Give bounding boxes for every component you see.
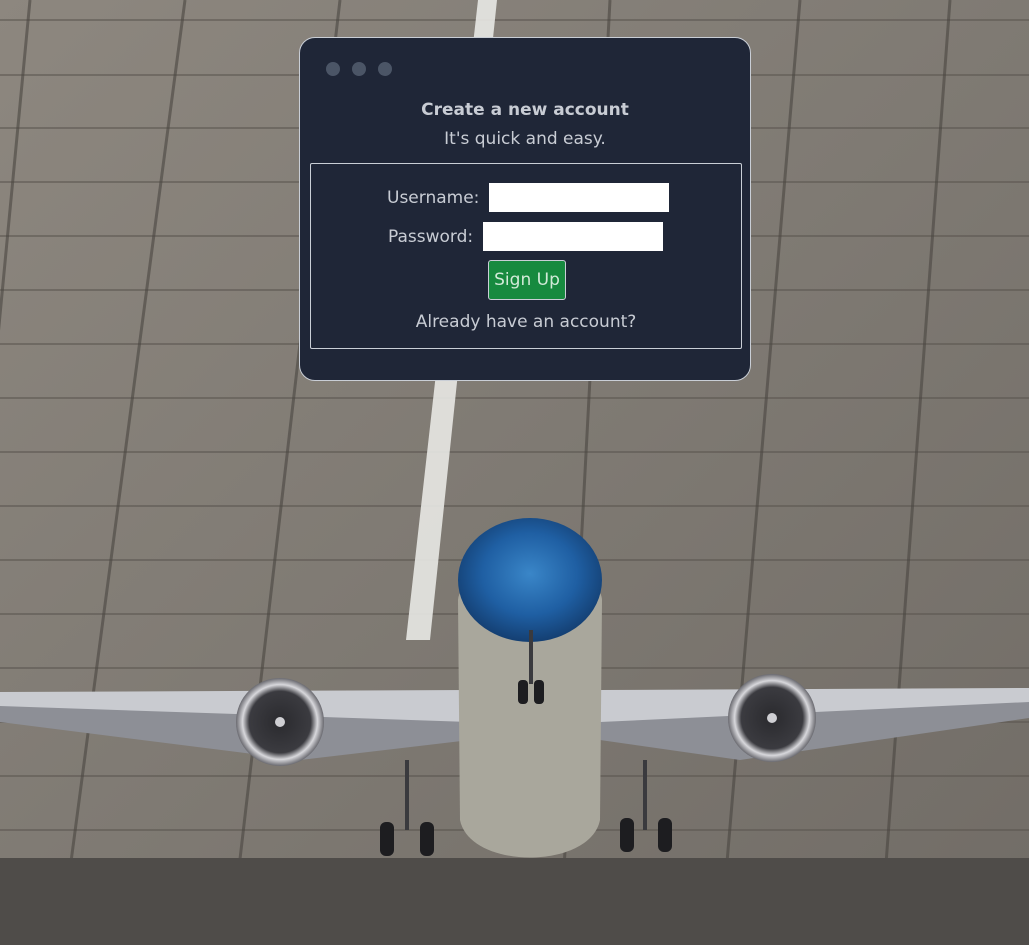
- signup-button[interactable]: Sign Up: [488, 260, 566, 300]
- password-row: Password:: [388, 222, 664, 251]
- window-controls: [326, 62, 392, 76]
- username-label: Username:: [387, 187, 480, 208]
- signup-subtitle: It's quick and easy.: [444, 129, 606, 149]
- signup-title: Create a new account: [421, 100, 629, 120]
- password-label: Password:: [388, 226, 474, 247]
- window-dot-icon[interactable]: [352, 62, 366, 76]
- login-link[interactable]: Already have an account?: [311, 312, 741, 332]
- username-row: Username:: [387, 183, 670, 212]
- username-input[interactable]: [489, 183, 670, 212]
- password-input[interactable]: [483, 222, 664, 251]
- window-dot-icon[interactable]: [378, 62, 392, 76]
- window-dot-icon[interactable]: [326, 62, 340, 76]
- signup-form: Username: Password: Sign Up Already have…: [310, 163, 742, 349]
- signup-window: Create a new account It's quick and easy…: [299, 37, 751, 381]
